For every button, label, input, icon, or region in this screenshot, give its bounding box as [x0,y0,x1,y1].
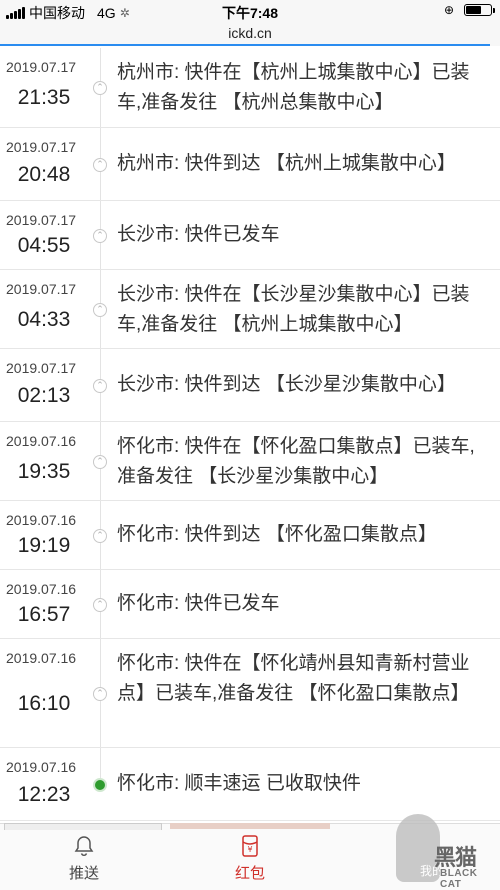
tracking-event: 2019.07.16 19:19 ⌃ 怀化市: 快件到达 【怀化盈口集散点】 [0,501,500,570]
tracking-event: 2019.07.17 21:35 ⌃ 杭州市: 快件在【杭州上城集散中心】已装车,准备… [0,48,500,128]
url-domain: ickd.cn [228,25,272,41]
timeline-chevron-up-icon: ⌃ [93,597,107,612]
event-date: 2019.07.17 [6,59,77,75]
event-date: 2019.07.17 [6,139,77,155]
event-description: 怀化市: 顺丰速运 已收取快件 [117,772,361,794]
timeline-chevron-up-icon: ⌃ [93,302,107,317]
red-packet-glyph: ¥ [247,845,252,854]
tab-push-label: 推送 [68,865,99,882]
event-date: 2019.07.17 [6,281,77,297]
event-time: 12:23 [17,782,71,806]
tracking-event: 2019.07.17 04:33 ⌃ 长沙市: 快件在【长沙星沙集散中心】已装车,准备… [0,270,500,349]
page-load-progress-bar [0,44,490,46]
event-description: 怀化市: 快件在【怀化盈口集散点】已装车,准备发往 【长沙星沙集散中心】 [117,436,475,487]
event-time: 19:19 [17,533,71,557]
ad-thumbnail-right [170,823,330,829]
battery-icon [464,4,495,16]
event-description: 杭州市: 快件到达 【杭州上城集散中心】 [117,152,456,174]
tracking-event: 2019.07.16 16:10 ⌃ 怀化市: 快件在【怀化靖州县知青新村营业点】已装… [0,639,500,748]
event-description: 杭州市: 快件在【杭州上城集散中心】已装车,准备发往 【杭州总集散中心】 [117,62,470,113]
event-date: 2019.07.16 [6,512,77,528]
event-time: 20:48 [17,162,71,186]
clock: 下午7:48 [221,5,279,21]
timeline-chevron-up-icon: ⌃ [93,686,107,701]
event-time: 16:10 [17,691,71,715]
tracking-event: 2019.07.17 04:55 ⌃ 长沙市: 快件已发车 [0,201,500,270]
event-description: 怀化市: 快件到达 【怀化盈口集散点】 [117,523,437,545]
timeline-chevron-up-icon: ⌃ [93,157,107,172]
red-packet-icon: ¥ [242,835,258,857]
event-description: 怀化市: 快件已发车 [117,592,280,614]
url-bar[interactable]: ickd.cn [0,22,500,46]
event-description: 怀化市: 快件在【怀化靖州县知青新村营业点】已装车,准备发往 【怀化盈口集散点】 [117,653,470,704]
timeline-current-dot-icon [93,777,107,792]
event-date: 2019.07.16 [6,433,77,449]
orientation-lock-icon: ⊕ [443,3,454,17]
event-date: 2019.07.16 [6,650,77,666]
event-date: 2019.07.17 [6,360,77,376]
ad-thumbnail-left [4,823,162,830]
event-time: 21:35 [17,86,71,109]
tracking-event: 2019.07.17 02:13 ⌃ 长沙市: 快件到达 【长沙星沙集散中心】 [0,349,500,422]
event-date: 2019.07.17 [6,212,77,228]
timeline-chevron-up-icon: ⌃ [93,81,107,95]
tracking-timeline: 2019.07.17 21:35 ⌃ 杭州市: 快件在【杭州上城集散中心】已装车,准备… [0,48,500,821]
event-description: 长沙市: 快件在【长沙星沙集散中心】已装车,准备发往 【杭州上城集散中心】 [117,284,470,335]
timeline-chevron-up-icon: ⌃ [93,228,107,243]
event-description: 长沙市: 快件到达 【长沙星沙集散中心】 [117,373,456,395]
event-time: 04:55 [17,233,71,257]
status-bar-right: ⊕ [443,3,495,17]
tracking-event: 2019.07.16 16:57 ⌃ 怀化市: 快件已发车 [0,570,500,639]
tracking-event: 2019.07.17 20:48 ⌃ 杭州市: 快件到达 【杭州上城集散中心】 [0,128,500,201]
watermark-brand-latin: BLACK CAT [440,868,478,890]
event-description: 长沙市: 快件已发车 [117,223,280,245]
event-date: 2019.07.16 [6,581,77,597]
event-time: 19:35 [17,459,71,483]
event-time: 16:57 [17,602,71,626]
tab-redpacket[interactable]: ¥ 红包 [200,834,300,883]
black-cat-watermark: 我的 黑猫 BLACK CAT [394,808,494,890]
timeline-chevron-up-icon: ⌃ [93,528,107,543]
event-time: 02:13 [17,383,71,407]
timeline-chevron-up-icon: ⌃ [93,454,107,469]
tab-redpacket-label: 红包 [234,865,265,882]
event-time: 04:33 [17,307,71,331]
status-bar: 中国移动 4G ✲ 下午7:48 ⊕ [0,0,500,22]
bell-icon [74,836,94,857]
tracking-event: 2019.07.16 19:35 ⌃ 怀化市: 快件在【怀化盈口集散点】已装车,准备发… [0,422,500,501]
event-date: 2019.07.16 [6,759,77,775]
tab-push[interactable]: 推送 [34,834,134,883]
timeline-chevron-up-icon: ⌃ [93,378,107,393]
